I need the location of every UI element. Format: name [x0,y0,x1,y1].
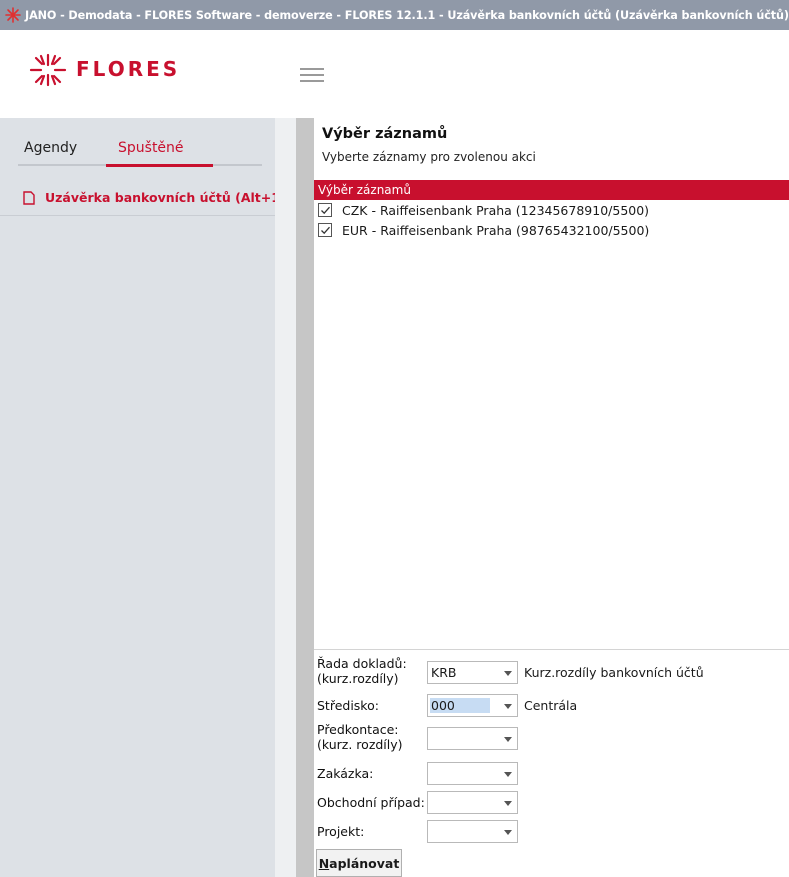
chevron-down-icon [504,704,512,709]
rada-description: Kurz.rozdíly bankovních účtů [524,665,704,680]
stredisko-value: 000 [430,698,490,713]
zakazka-label: Zakázka: [317,766,374,781]
app-header: FLORES [0,30,789,118]
panel-splitter[interactable] [296,118,314,877]
sidebar-gap [275,118,296,877]
chevron-down-icon [504,830,512,835]
page-title: Výběr záznamů [322,126,448,142]
chevron-down-icon [504,801,512,806]
flores-logo-mark-icon [29,53,67,87]
row-label: EUR - Raiffeisenbank Praha (98765432100/… [342,222,650,238]
parameters-form: Řada dokladů: (kurz.rozdíly) KRB Kurz.ro… [314,650,789,877]
tab-spustene[interactable]: Spuštěné [118,140,184,156]
zakazka-select[interactable] [427,762,518,785]
stredisko-label: Středisko: [317,698,379,713]
list-item[interactable]: CZK - Raiffeisenbank Praha (12345678910/… [314,200,789,220]
page-subtitle: Vyberte záznamy pro zvolenou akci [322,150,536,164]
window-titlebar: JANO - Demodata - FLORES Software - demo… [0,0,789,30]
menu-toggle-icon[interactable] [300,68,324,86]
list-item[interactable]: EUR - Raiffeisenbank Praha (98765432100/… [314,220,789,240]
chevron-down-icon [504,737,512,742]
projekt-label: Projekt: [317,824,365,839]
stredisko-select[interactable]: 000 [427,694,518,717]
flores-logo-text: FLORES [76,60,180,80]
sidebar: Agendy Spuštěné Uzávěrka bankovních účtů… [0,118,286,877]
naplanovat-button[interactable]: Naplánovat [316,849,402,877]
flores-logo: FLORES [28,52,238,88]
button-label: aplánovat [329,855,400,871]
document-icon [23,190,35,205]
chevron-down-icon [504,772,512,777]
obchodni-pripad-select[interactable] [427,791,518,814]
active-tab-indicator [106,164,213,167]
sidebar-item-label: Uzávěrka bankovních účtů (Alt+1) [45,190,286,205]
sidebar-item-uzaverka[interactable]: Uzávěrka bankovních účtů (Alt+1) [0,180,286,216]
button-mnemonic: N [318,855,330,871]
svg-text:FLORES: FLORES [76,60,180,80]
records-grid: Výběr záznamů CZK - Raiffeisenbank Praha… [314,180,789,650]
predkontace-select[interactable] [427,727,518,750]
tab-agendy[interactable]: Agendy [24,140,77,156]
rada-dokladu-select[interactable]: KRB [427,661,518,684]
stredisko-description: Centrála [524,698,578,713]
checkmark-icon [321,226,330,235]
rada-label: Řada dokladů: (kurz.rozdíly) [317,656,407,686]
row-checkbox[interactable] [318,223,332,237]
checkmark-icon [321,206,330,215]
main-panel: Výběr záznamů Vyberte záznamy pro zvolen… [314,118,789,877]
window-title: JANO - Demodata - FLORES Software - demo… [25,8,789,22]
chevron-down-icon [504,671,512,676]
sidebar-tabs: Agendy Spuštěné [18,134,262,167]
grid-header: Výběr záznamů [314,180,789,200]
predkontace-label: Předkontace: (kurz. rozdíly) [317,722,403,752]
row-checkbox[interactable] [318,203,332,217]
row-label: CZK - Raiffeisenbank Praha (12345678910/… [342,202,650,218]
obchodni-label: Obchodní případ: [317,795,425,810]
projekt-select[interactable] [427,820,518,843]
flores-app-icon [5,7,21,23]
rada-value: KRB [431,665,457,680]
